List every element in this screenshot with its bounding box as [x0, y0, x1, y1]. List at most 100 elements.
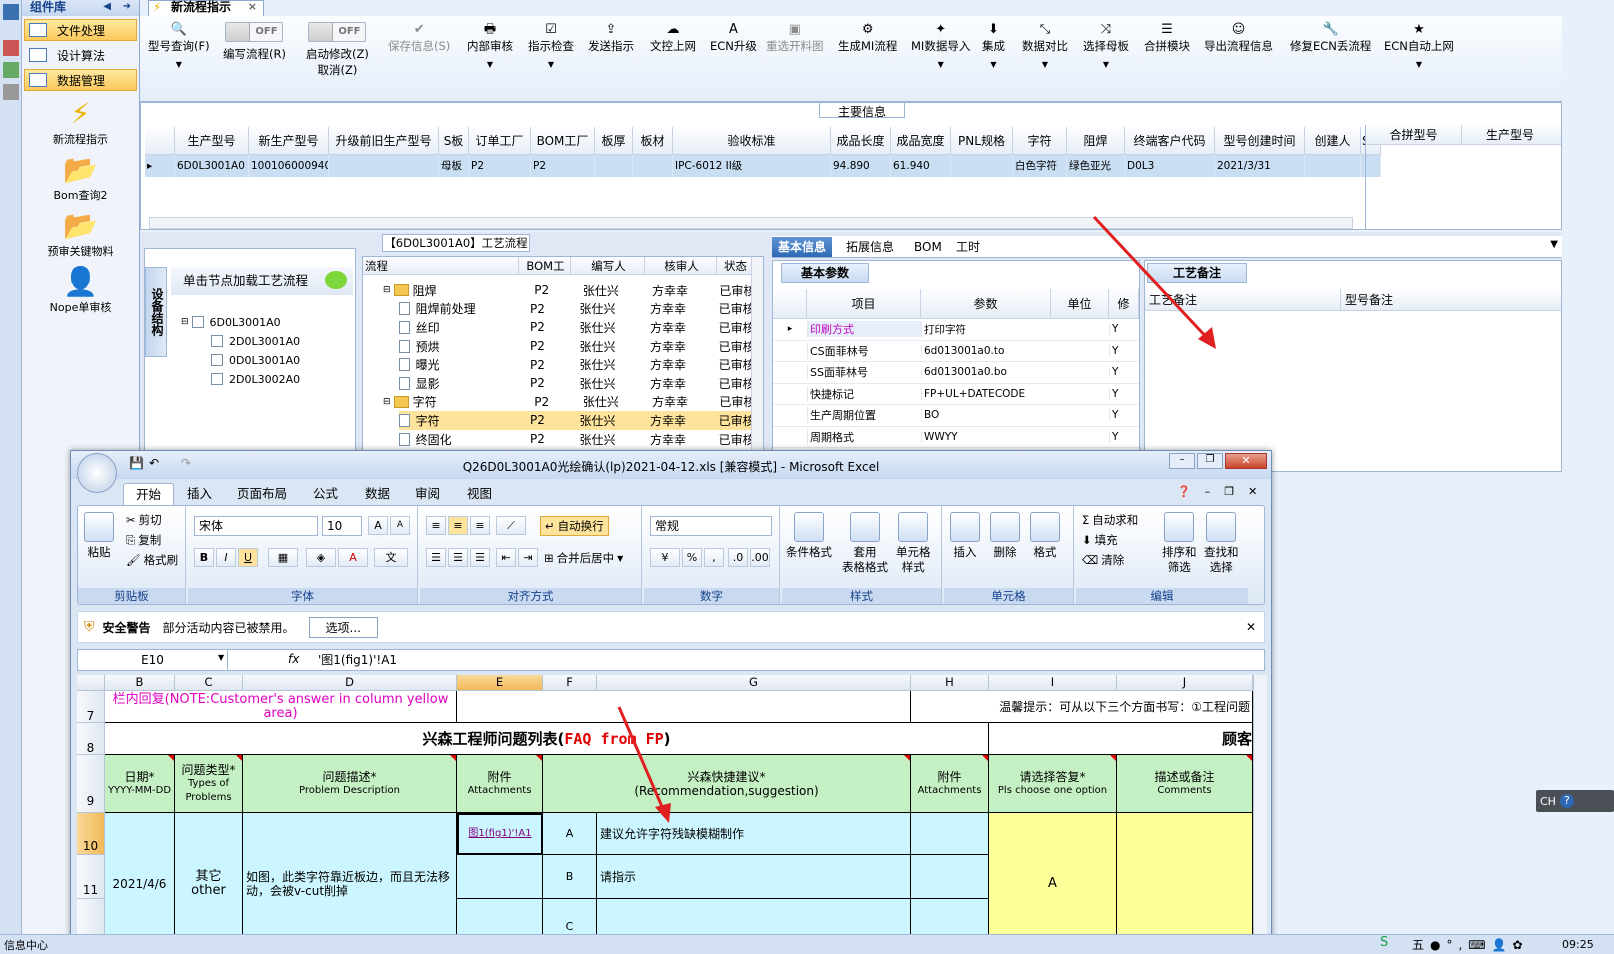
column-header[interactable]: 新生产型号: [249, 127, 329, 155]
toggle-switch[interactable]: OFF: [225, 22, 284, 42]
column-header[interactable]: 板厚: [595, 127, 633, 155]
tab-work-hours[interactable]: 工时: [950, 237, 986, 257]
flow-row[interactable]: 字符 P2 张仕兴 方幸幸 已审核: [399, 411, 753, 430]
cell[interactable]: [911, 855, 989, 899]
flow-row[interactable]: 曝光 P2 张仕兴 方幸幸 已审核: [399, 355, 753, 374]
suggestion-a-cell[interactable]: 建议允许字符残缺模糊制作: [597, 813, 911, 855]
column-header[interactable]: 订单工厂: [469, 127, 531, 155]
column-header[interactable]: BOM工厂: [519, 257, 571, 274]
insert-button[interactable]: 插入: [950, 512, 980, 560]
checkbox[interactable]: [211, 335, 223, 347]
wrap-text-button[interactable]: ↵ 自动换行: [540, 516, 609, 536]
column-header[interactable]: 状态: [717, 257, 753, 274]
align-right-icon[interactable]: ☰: [470, 548, 490, 567]
comma-icon[interactable]: ,: [704, 548, 724, 567]
column-header[interactable]: J: [1117, 675, 1253, 691]
save-icon[interactable]: 💾: [129, 456, 144, 470]
percent-icon[interactable]: %: [682, 548, 702, 567]
column-header[interactable]: 项目: [807, 289, 921, 318]
column-header[interactable]: PNL规格: [951, 127, 1013, 155]
reselect-drawing-button[interactable]: ▣ 重选开料图: [766, 22, 824, 54]
date-cell[interactable]: 2021/4/6: [105, 813, 175, 954]
row-selector-header[interactable]: [145, 127, 175, 155]
select-master-button[interactable]: ⤨ 选择母板 ▼: [1083, 22, 1129, 69]
ecn-auto-upload-button[interactable]: ★ ECN自动上网 ▼: [1384, 22, 1454, 69]
flow-row[interactable]: 显影 P2 张仕兴 方幸幸 已审核: [399, 374, 753, 393]
attachment-link-cell[interactable]: 图1(fig1)'!A1: [457, 813, 543, 855]
tool-nope-review[interactable]: 👤 Nope单审核: [22, 265, 139, 315]
format-button[interactable]: 格式: [1030, 512, 1060, 560]
font-size-select[interactable]: 10: [322, 516, 362, 536]
row-header[interactable]: 8: [77, 723, 105, 755]
chevron-down-icon[interactable]: ▼: [1550, 239, 1558, 250]
column-header[interactable]: 终端客户代码: [1125, 127, 1215, 155]
wenkong-upload-button[interactable]: ☁ 文控上网: [650, 22, 696, 54]
paste-button[interactable]: 粘贴: [84, 512, 114, 560]
internal-review-button[interactable]: 🖶 内部审核 ▼: [467, 22, 513, 69]
table-row[interactable]: ▸6D0L3001A010010600094089母板P2P2IPC-6012 …: [145, 155, 1381, 177]
column-header[interactable]: 成品长度: [831, 127, 891, 155]
grid-cell[interactable]: [951, 155, 1013, 177]
decrease-decimal-icon[interactable]: .00: [750, 548, 770, 567]
grid-cell[interactable]: 2021/3/31: [1215, 155, 1305, 177]
column-header[interactable]: 修: [1109, 289, 1139, 318]
number-format-select[interactable]: 常规: [650, 516, 772, 536]
column-header[interactable]: 生产型号: [1462, 125, 1558, 144]
header-attachments[interactable]: 附件 Attachments: [457, 755, 543, 813]
param-row[interactable]: 周期格式 WWYY Y: [773, 427, 1139, 448]
increase-decimal-icon[interactable]: .0: [728, 548, 748, 567]
restore-button[interactable]: ❐: [1197, 453, 1223, 469]
tree-node[interactable]: 2D0L3001A0: [211, 332, 300, 350]
cell-styles-button[interactable]: 单元格 样式: [896, 512, 931, 575]
hyperlink[interactable]: 图1(fig1)'!A1: [468, 827, 531, 841]
row-selector[interactable]: ▸: [145, 155, 175, 177]
cell[interactable]: [911, 813, 989, 855]
tab-bom[interactable]: BOM: [908, 237, 948, 257]
option-b-cell[interactable]: B: [543, 855, 597, 899]
copy-button[interactable]: ⎘ 复制: [126, 532, 161, 548]
grid-cell[interactable]: P2: [531, 155, 595, 177]
close-icon[interactable]: ×: [248, 1, 257, 13]
conditional-format-button[interactable]: 条件格式: [786, 512, 832, 560]
ribbon-tab[interactable]: 公式: [301, 483, 350, 505]
flow-row[interactable]: ⊟ 字符 P2 张仕兴 方幸幸 已审核: [383, 393, 753, 412]
title-cell[interactable]: 兴森工程师问题列表(FAQ from FP): [105, 723, 989, 755]
column-header[interactable]: 工艺备注: [1145, 289, 1341, 310]
ime-toolbar[interactable]: CH?: [1536, 790, 1614, 812]
column-header[interactable]: G: [597, 675, 911, 691]
menu-icon[interactable]: [3, 4, 19, 20]
checkbox[interactable]: [211, 354, 223, 366]
mi-data-import-button[interactable]: ✦ MI数据导入 ▼: [911, 22, 970, 69]
column-header[interactable]: 创建人: [1305, 127, 1361, 155]
find-select-button[interactable]: 查找和 选择: [1204, 512, 1239, 575]
ribbon-tab[interactable]: 页面布局: [225, 483, 299, 505]
side-tab-equipment[interactable]: 设备结构: [145, 267, 167, 357]
checkbox[interactable]: [211, 373, 223, 385]
grid-cell[interactable]: [329, 155, 439, 177]
row-header[interactable]: 11: [77, 855, 105, 899]
grid-cell[interactable]: [1305, 155, 1361, 177]
flow-row[interactable]: ⊟ 阻焊 P2 张仕兴 方幸幸 已审核: [383, 281, 753, 300]
column-header[interactable]: 生产型号: [175, 127, 249, 155]
column-header[interactable]: 参数: [921, 289, 1051, 318]
minimize-button[interactable]: –: [1169, 453, 1195, 469]
note-cell[interactable]: 栏内回复(NOTE:Customer's answer in column ye…: [105, 691, 457, 723]
row-header[interactable]: 9: [77, 755, 105, 813]
column-header[interactable]: 流程: [363, 257, 519, 274]
column-header[interactable]: 阻焊: [1067, 127, 1125, 155]
align-middle-icon[interactable]: ≡: [448, 516, 468, 535]
options-button[interactable]: 选项...: [308, 616, 378, 638]
column-header[interactable]: 型号备注: [1341, 289, 1561, 310]
cell[interactable]: [457, 691, 911, 723]
ime-status-icons[interactable]: 五●°,⌨👤✿: [1412, 936, 1529, 953]
gen-mi-flow-button[interactable]: ⚙ 生成MI流程: [838, 22, 897, 54]
clear-button[interactable]: ⌫ 清除: [1082, 552, 1124, 568]
name-box[interactable]: E10: [78, 650, 228, 670]
comments-cell[interactable]: [1117, 813, 1253, 954]
export-flow-info-button[interactable]: ☺ 导出流程信息: [1204, 22, 1273, 54]
ribbon-tab[interactable]: 审阅: [403, 483, 452, 505]
phonetic-icon[interactable]: 文: [374, 548, 408, 567]
printer-icon[interactable]: [3, 84, 19, 100]
column-header[interactable]: 成品宽度: [891, 127, 951, 155]
currency-icon[interactable]: ¥: [650, 548, 680, 567]
